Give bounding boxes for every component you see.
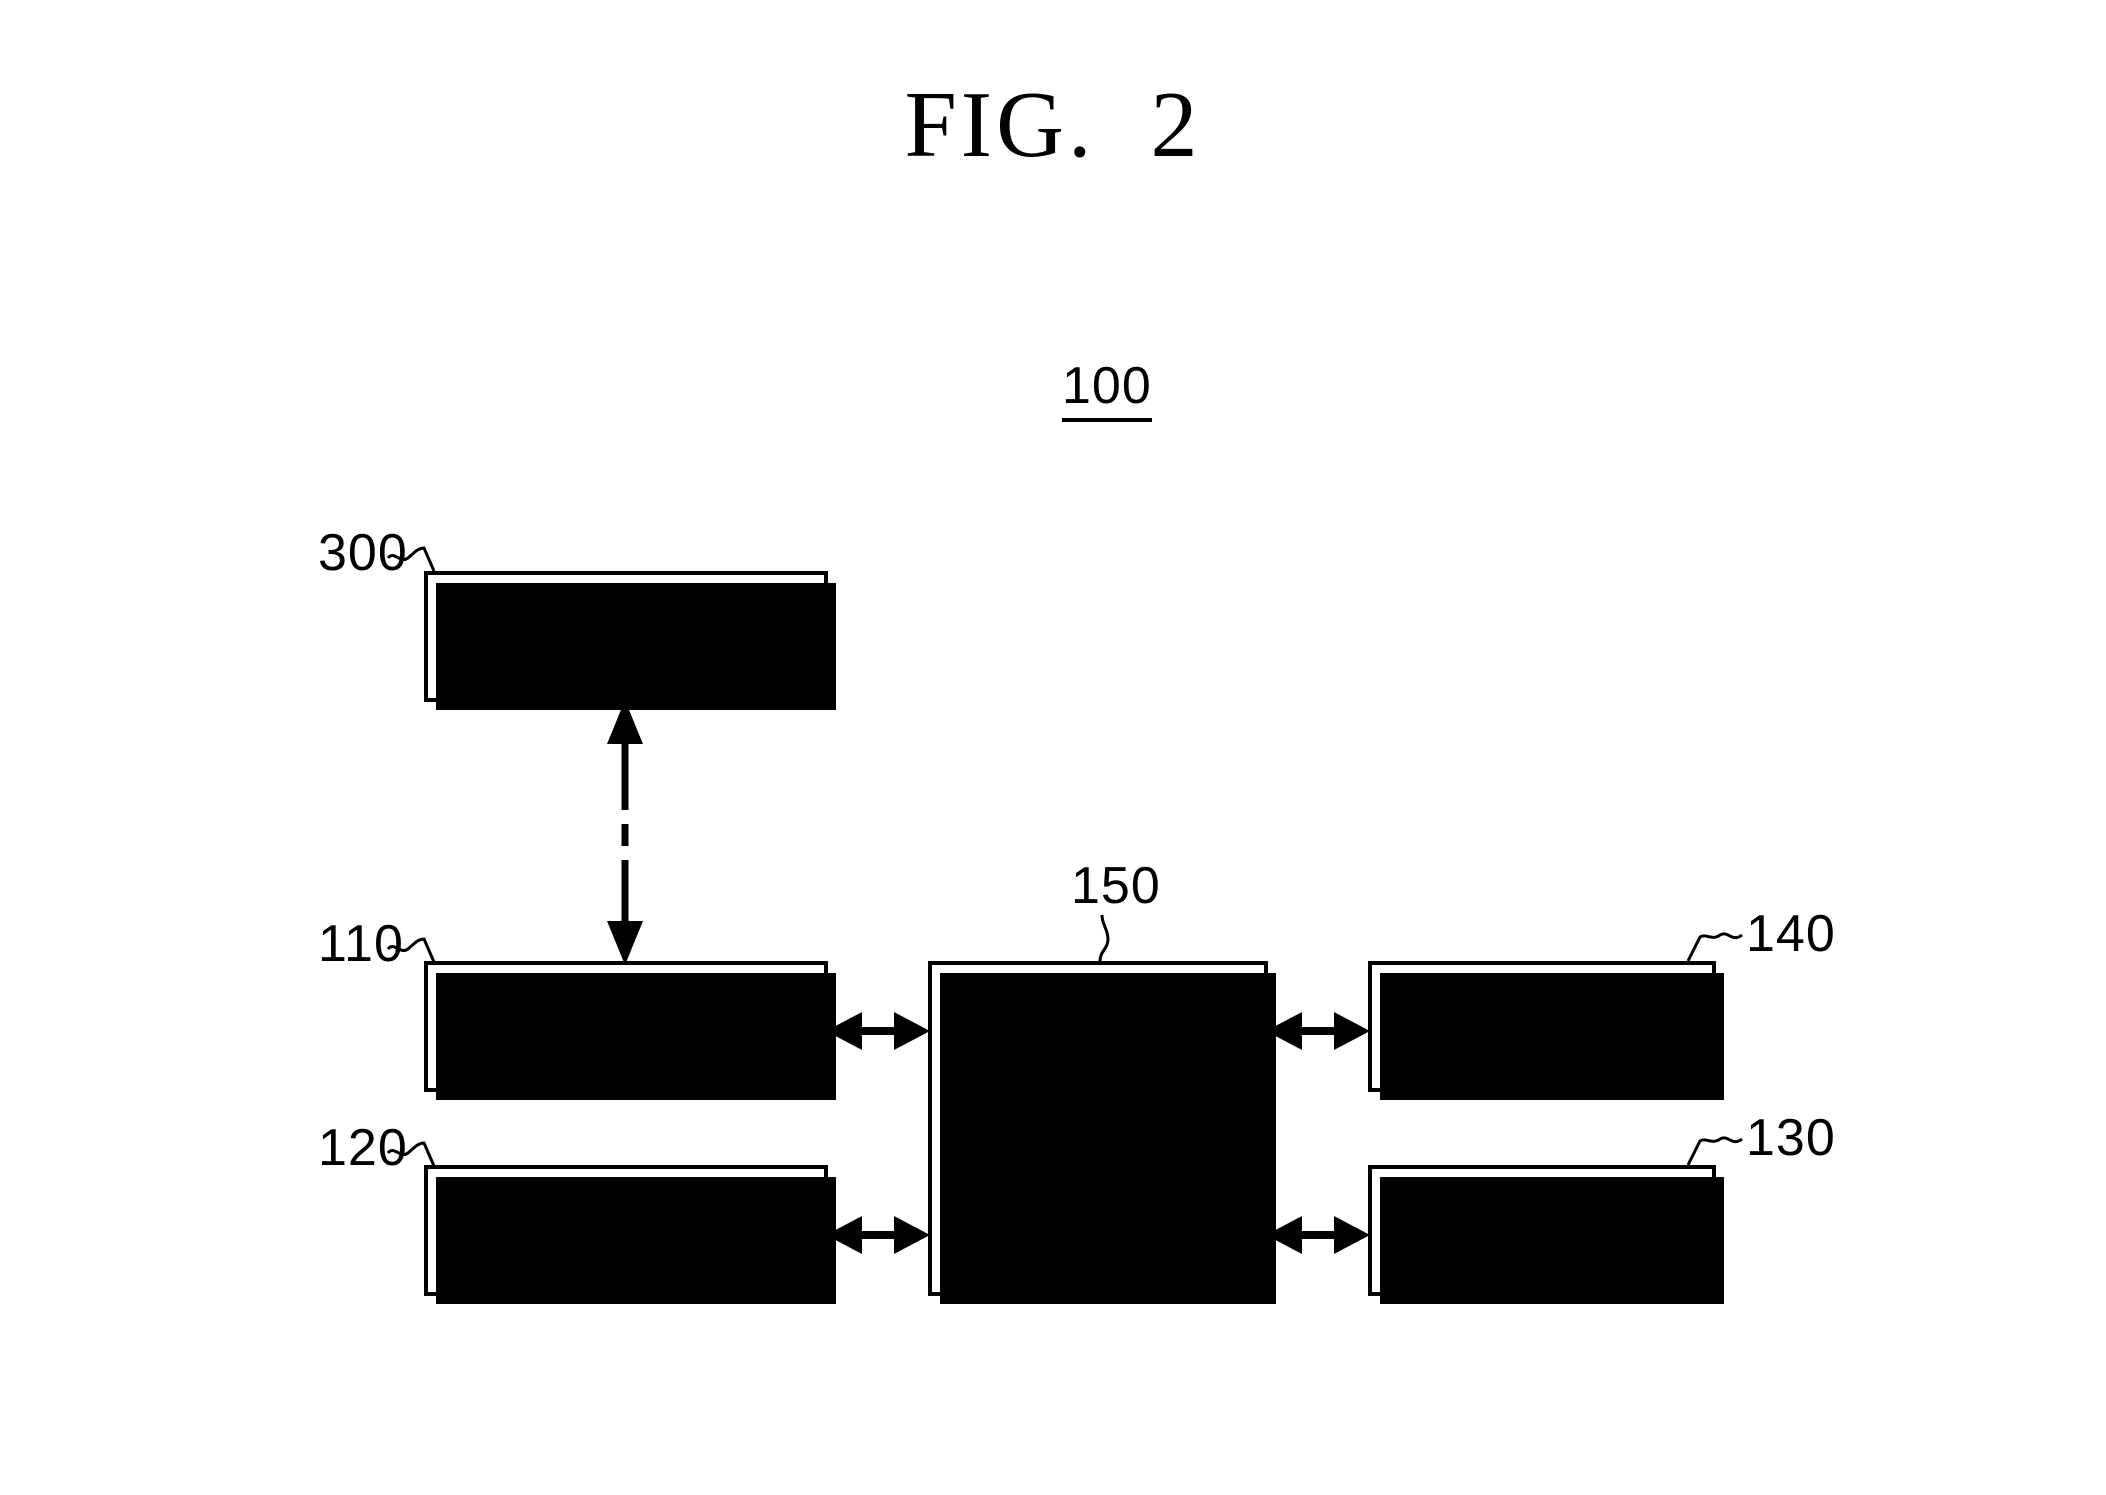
block-sensor-label: SENSOR	[1458, 999, 1626, 1052]
leader-line-300	[386, 546, 436, 572]
block-communication-interface-unit-label: COMMUNICATION INTERFACE UNIT	[456, 974, 796, 1077]
block-controller: CONTROLLER	[928, 961, 1276, 1304]
block-user-interface-unit: USER INTERFACE UNIT	[424, 1165, 836, 1304]
patent-figure-page: FIG. 2 100 EXTERNAL APPARATUS COMMUNICAT…	[0, 0, 2106, 1495]
connector-communication-interface-unit-to-controller	[826, 1012, 930, 1050]
system-reference-numeral: 100	[1062, 360, 1152, 422]
block-external-apparatus-label: EXTERNAL APPARATUS	[509, 584, 743, 687]
block-communication-interface-unit: COMMUNICATION INTERFACE UNIT	[424, 961, 836, 1100]
leader-line-120	[386, 1141, 436, 1167]
connector-controller-to-sensor	[1266, 1012, 1370, 1050]
leader-line-130	[1686, 1136, 1743, 1166]
block-user-interface-unit-label: USER INTERFACE UNIT	[463, 1178, 789, 1281]
block-sensor: SENSOR	[1368, 961, 1724, 1100]
block-storage-unit-label: STORAGE UNIT	[1445, 1178, 1639, 1281]
block-external-apparatus: EXTERNAL APPARATUS	[424, 571, 836, 710]
leader-line-150	[1098, 914, 1110, 962]
leader-line-110	[386, 937, 436, 963]
connector-external-apparatus-to-communication-interface-unit	[607, 700, 643, 965]
block-storage-unit: STORAGE UNIT	[1368, 1165, 1724, 1304]
figure-title: FIG. 2	[904, 73, 1202, 177]
block-controller-label: CONTROLLER	[962, 1101, 1234, 1154]
reference-numeral-150: 150	[1071, 857, 1161, 915]
connector-controller-to-storage-unit	[1266, 1216, 1370, 1254]
reference-numeral-130: 130	[1746, 1109, 1836, 1167]
connector-user-interface-unit-to-controller	[826, 1216, 930, 1254]
leader-line-140	[1686, 932, 1743, 962]
reference-numeral-140: 140	[1746, 905, 1836, 963]
